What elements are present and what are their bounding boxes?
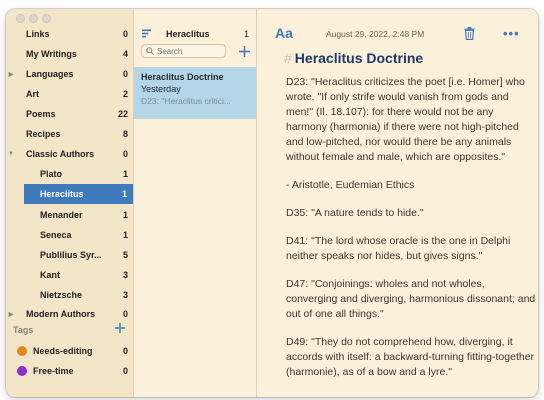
more-options-button[interactable]: ••• xyxy=(503,26,520,41)
sidebar-item-label: Modern Authors xyxy=(26,309,96,319)
sidebar-item-count: 22 xyxy=(117,109,128,119)
sidebar-item-recipes[interactable]: Recipes 8 xyxy=(6,124,134,144)
sort-icon[interactable] xyxy=(142,29,151,38)
search-input[interactable] xyxy=(157,46,217,56)
sidebar-item-art[interactable]: Art 2 xyxy=(6,84,134,104)
sidebar-item-count: 2 xyxy=(122,89,128,99)
sidebar-item-label: Nietzsche xyxy=(40,290,83,300)
paragraph: D23: "Heraclitus criticizes the poet [i.… xyxy=(286,76,525,163)
paragraph: D35: "A nature tends to hide." xyxy=(286,207,424,219)
sidebar-item-count: 1 xyxy=(121,189,127,199)
sidebar-item-count: 3 xyxy=(122,290,128,300)
sidebar-item-nietzsche[interactable]: Nietzsche 3 xyxy=(6,285,134,305)
sidebar-item-count: 4 xyxy=(122,49,128,59)
sidebar-item-label: Poems xyxy=(26,109,56,119)
sidebar-item-label: Menander xyxy=(40,210,83,220)
note-list-count: 1 xyxy=(243,29,249,39)
tag-item-label: Needs-editing xyxy=(33,346,93,356)
sidebar-item-links[interactable]: Links 0 xyxy=(6,24,134,44)
sidebar-item-label: My Writings xyxy=(26,49,77,59)
document-title-text: Heraclitus Doctrine xyxy=(294,50,424,66)
font-settings-button[interactable]: Aa xyxy=(275,25,293,41)
tag-color-dot xyxy=(17,346,27,356)
window-controls xyxy=(16,14,51,23)
sidebar-item-count: 3 xyxy=(122,270,128,280)
sidebar-item-count: 1 xyxy=(122,169,128,179)
sidebar-item-count: 0 xyxy=(122,69,128,79)
paragraph: D41: "The lord whose oracle is the one i… xyxy=(286,235,511,262)
close-window-button[interactable] xyxy=(16,14,25,23)
heading-marker: # xyxy=(284,50,292,66)
sidebar-item-label: Languages xyxy=(26,69,74,79)
sidebar-item-count: 1 xyxy=(122,230,128,240)
sidebar-item-label: Art xyxy=(26,89,39,99)
sidebar-item-count: 0 xyxy=(122,149,128,159)
sidebar-item-label: Kant xyxy=(40,270,60,280)
zoom-window-button[interactable] xyxy=(42,14,51,23)
note-item-title: Heraclitus Doctrine xyxy=(141,72,224,82)
sidebar-item-plato[interactable]: Plato 1 xyxy=(6,164,134,184)
sidebar-item-languages[interactable]: ▶ Languages 0 xyxy=(6,64,134,84)
sidebar-item-menander[interactable]: Menander 1 xyxy=(6,205,134,225)
sidebar-item-classic-authors[interactable]: ▼ Classic Authors 0 xyxy=(6,144,134,164)
note-item-preview: D23: "Heraclitus critici... xyxy=(141,96,231,106)
tag-item-label: Free-time xyxy=(33,366,74,376)
sidebar-item-count: 1 xyxy=(122,210,128,220)
note-date: August 29, 2022, 2:48 PM xyxy=(326,29,425,39)
sidebar-item-kant[interactable]: Kant 3 xyxy=(6,265,134,285)
chevron-right-icon[interactable]: ▶ xyxy=(6,311,16,318)
sidebar-item-label: Publilius Syr... xyxy=(40,250,102,260)
plus-icon xyxy=(115,323,125,333)
sidebar-item-count: 0 xyxy=(122,29,128,39)
minimize-window-button[interactable] xyxy=(29,14,38,23)
note-list-item[interactable]: Heraclitus Doctrine Yesterday D23: "Hera… xyxy=(134,67,256,119)
document-body[interactable]: D23: "Heraclitus criticizes the poet [i.… xyxy=(286,75,536,393)
sidebar-item-label: Links xyxy=(26,29,50,39)
editor-pane: Aa August 29, 2022, 2:48 PM ••• # Heracli… xyxy=(257,9,538,397)
tag-item-needs-editing[interactable]: Needs-editing 0 xyxy=(6,341,134,361)
paragraph: - Aristotle, Eudemian Ethics xyxy=(286,179,415,191)
sidebar-item-my-writings[interactable]: My Writings 4 xyxy=(6,44,134,64)
new-note-button[interactable] xyxy=(238,45,251,62)
app-window: Links 0 My Writings 4 ▶ Languages 0 Art … xyxy=(6,9,538,397)
sidebar-item-seneca[interactable]: Seneca 1 xyxy=(6,225,134,245)
sidebar-item-publilius-syrus[interactable]: Publilius Syr... 5 xyxy=(6,245,134,265)
trash-icon xyxy=(464,27,475,40)
note-list-title: Heraclitus xyxy=(166,29,210,39)
sidebar-item-count: 0 xyxy=(122,309,128,319)
tags-header: Tags xyxy=(13,325,34,335)
sidebar-item-poems[interactable]: Poems 22 xyxy=(6,104,134,124)
tag-color-dot xyxy=(17,366,27,376)
chevron-right-icon[interactable]: ▶ xyxy=(6,71,16,78)
document-title[interactable]: # Heraclitus Doctrine xyxy=(284,50,423,66)
chevron-down-icon[interactable]: ▼ xyxy=(6,151,16,157)
note-item-date: Yesterday xyxy=(141,84,181,94)
paragraph: D49: "They do not comprehend how, diverg… xyxy=(286,336,535,378)
add-tag-button[interactable] xyxy=(114,322,126,338)
plus-icon xyxy=(239,46,250,57)
sidebar-item-label: Plato xyxy=(40,169,63,179)
paragraph: D47: "Conjoinings: wholes and not wholes… xyxy=(286,278,536,320)
sidebar-item-label: Seneca xyxy=(40,230,72,240)
sidebar-item-heraclitus[interactable]: Heraclitus 1 xyxy=(24,184,133,204)
search-field[interactable] xyxy=(141,44,226,58)
sidebar-item-label: Recipes xyxy=(26,129,61,139)
sidebar-item-modern-authors[interactable]: ▶ Modern Authors 0 xyxy=(6,304,134,324)
tag-item-count: 0 xyxy=(122,366,128,376)
sidebar: Links 0 My Writings 4 ▶ Languages 0 Art … xyxy=(6,9,134,397)
note-list-header: Heraclitus 1 xyxy=(134,27,257,43)
delete-note-button[interactable] xyxy=(464,27,475,45)
tag-item-count: 0 xyxy=(122,346,128,356)
search-icon xyxy=(146,47,154,55)
sidebar-item-count: 5 xyxy=(122,250,128,260)
tag-item-free-time[interactable]: Free-time 0 xyxy=(6,361,134,381)
note-list-pane: Heraclitus 1 Heraclitus Doctrine Yesterd… xyxy=(134,9,257,397)
sidebar-item-label: Classic Authors xyxy=(26,149,95,159)
sidebar-item-label: Heraclitus xyxy=(40,189,84,199)
sidebar-item-count: 8 xyxy=(122,129,128,139)
